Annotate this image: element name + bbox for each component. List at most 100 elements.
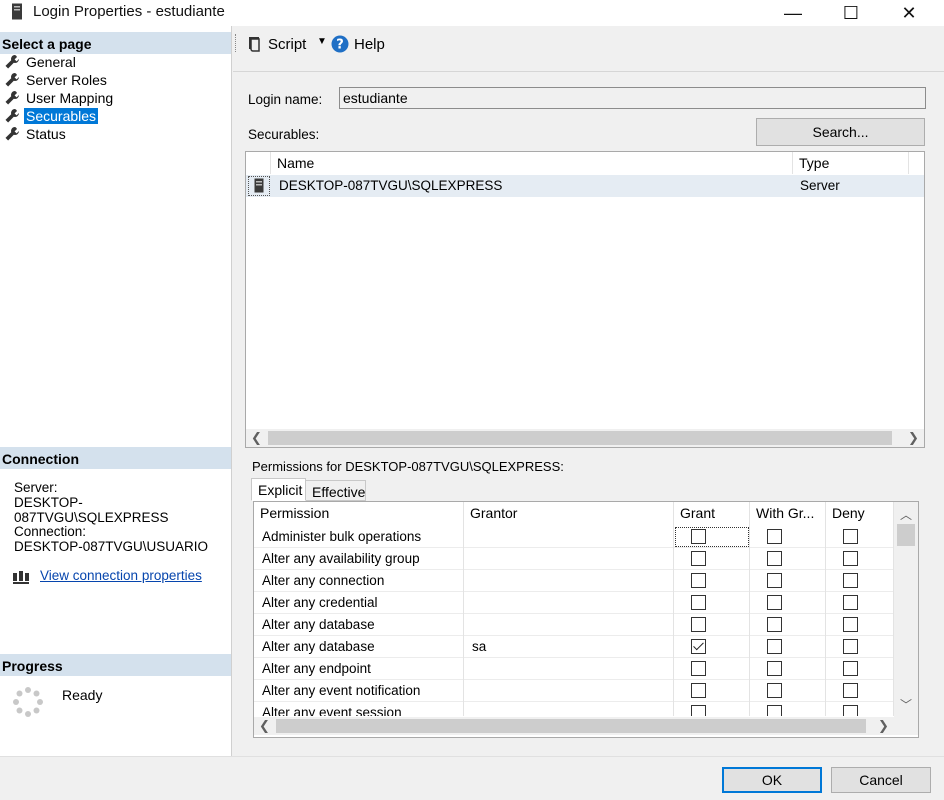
deny-checkbox[interactable] xyxy=(843,551,858,566)
grant-checkbox[interactable] xyxy=(691,661,706,676)
with-grant-checkbox[interactable] xyxy=(767,595,782,610)
close-button[interactable]: ✕ xyxy=(880,0,938,26)
securables-header-name[interactable]: Name xyxy=(271,152,793,174)
table-row[interactable]: Alter any event session xyxy=(254,702,894,716)
grant-checkbox[interactable] xyxy=(691,683,706,698)
grant-checkbox[interactable] xyxy=(691,617,706,632)
deny-checkbox[interactable] xyxy=(843,705,858,716)
script-dropdown-arrow-icon[interactable]: ▼ xyxy=(317,36,327,47)
maximize-button[interactable]: ☐ xyxy=(822,0,880,26)
grant-checkbox[interactable] xyxy=(691,639,706,654)
grant-checkbox[interactable] xyxy=(691,705,706,716)
perm-header-permission[interactable]: Permission xyxy=(254,502,464,526)
toolbar: Script ▼ ? Help xyxy=(233,26,944,72)
with-grant-checkbox[interactable] xyxy=(767,551,782,566)
table-row[interactable]: Alter any connection xyxy=(254,570,894,592)
deny-checkbox[interactable] xyxy=(843,529,858,544)
cancel-button[interactable]: Cancel xyxy=(831,767,931,793)
server-icon xyxy=(254,178,264,193)
permissions-horizontal-scrollbar[interactable]: ❮ ❯ xyxy=(254,717,918,735)
toolbar-grip xyxy=(235,34,238,52)
checkbox-cell xyxy=(750,614,826,636)
help-button[interactable]: ? Help xyxy=(331,33,385,55)
securable-type: Server xyxy=(800,178,840,193)
search-button[interactable]: Search... xyxy=(756,118,925,146)
checkbox-cell xyxy=(674,614,750,636)
securables-row[interactable]: DESKTOP-087TVGU\SQLEXPRESS Server xyxy=(246,175,924,197)
scroll-right-arrow-icon[interactable]: ❯ xyxy=(878,718,889,734)
permission-name: Alter any event notification xyxy=(254,680,464,702)
checkbox-cell xyxy=(826,680,894,702)
scroll-left-arrow-icon[interactable]: ❮ xyxy=(259,718,270,734)
wrench-icon xyxy=(5,127,19,141)
server-value: DESKTOP-087TVGU\SQLEXPRESS xyxy=(14,495,169,525)
securable-name: DESKTOP-087TVGU\SQLEXPRESS xyxy=(279,178,503,193)
tab-explicit[interactable]: Explicit xyxy=(251,478,306,501)
permissions-vertical-scrollbar[interactable]: ︿ ﹀ xyxy=(894,502,918,717)
scroll-down-arrow-icon[interactable]: ﹀ xyxy=(900,696,912,713)
perm-header-grantor[interactable]: Grantor xyxy=(464,502,674,526)
perm-header-grant[interactable]: Grant xyxy=(674,502,750,526)
permission-name: Administer bulk operations xyxy=(254,526,464,548)
scrollbar-thumb[interactable] xyxy=(276,719,866,733)
table-row[interactable]: Alter any event notification xyxy=(254,680,894,702)
checkbox-cell xyxy=(826,548,894,570)
with-grant-checkbox[interactable] xyxy=(767,661,782,676)
page-item-user-mapping[interactable]: User Mapping xyxy=(4,89,115,107)
checkbox-cell xyxy=(750,658,826,680)
permission-name: Alter any availability group xyxy=(254,548,464,570)
ok-button[interactable]: OK xyxy=(722,767,822,793)
with-grant-checkbox[interactable] xyxy=(767,683,782,698)
table-row[interactable]: Alter any database xyxy=(254,614,894,636)
wrench-icon xyxy=(5,91,19,105)
deny-checkbox[interactable] xyxy=(843,639,858,654)
checkbox-cell xyxy=(674,636,750,658)
deny-checkbox[interactable] xyxy=(843,661,858,676)
grant-checkbox[interactable] xyxy=(691,551,706,566)
with-grant-checkbox[interactable] xyxy=(767,639,782,654)
scroll-left-arrow-icon[interactable]: ❮ xyxy=(251,430,262,446)
wrench-icon xyxy=(5,55,19,69)
deny-checkbox[interactable] xyxy=(843,683,858,698)
grantor-cell xyxy=(464,592,674,614)
view-connection-properties-link[interactable]: View connection properties xyxy=(40,568,202,583)
with-grant-checkbox[interactable] xyxy=(767,705,782,716)
grant-checkbox[interactable] xyxy=(691,573,706,588)
login-name-field[interactable]: estudiante xyxy=(339,87,926,109)
table-row[interactable]: Alter any endpoint xyxy=(254,658,894,680)
securables-header-type[interactable]: Type xyxy=(793,152,909,174)
grantor-cell xyxy=(464,548,674,570)
scrollbar-thumb[interactable] xyxy=(268,431,892,445)
left-pane: Select a page General Server Roles User … xyxy=(0,26,232,756)
wrench-icon xyxy=(5,109,19,123)
deny-checkbox[interactable] xyxy=(843,573,858,588)
script-button[interactable]: Script xyxy=(245,33,306,55)
permissions-grid: Permission Grantor Grant With Gr... Deny… xyxy=(253,501,919,738)
tab-effective[interactable]: Effective xyxy=(305,480,366,501)
with-grant-checkbox[interactable] xyxy=(767,573,782,588)
table-row[interactable]: Alter any availability group xyxy=(254,548,894,570)
table-row[interactable]: Administer bulk operations xyxy=(254,526,894,548)
deny-checkbox[interactable] xyxy=(843,595,858,610)
connection-label: Connection: xyxy=(14,524,87,539)
perm-header-deny[interactable]: Deny xyxy=(826,502,894,526)
deny-checkbox[interactable] xyxy=(843,617,858,632)
table-row[interactable]: Alter any database sa xyxy=(254,636,894,658)
page-item-general[interactable]: General xyxy=(4,53,78,71)
permission-name: Alter any connection xyxy=(254,570,464,592)
checkbox-cell xyxy=(674,548,750,570)
perm-header-with-grant[interactable]: With Gr... xyxy=(750,502,826,526)
scroll-right-arrow-icon[interactable]: ❯ xyxy=(908,430,919,446)
grant-checkbox[interactable] xyxy=(691,595,706,610)
scroll-up-arrow-icon[interactable]: ︿ xyxy=(900,506,912,523)
with-grant-checkbox[interactable] xyxy=(767,617,782,632)
minimize-button[interactable]: — xyxy=(764,0,822,26)
securables-horizontal-scrollbar[interactable]: ❮ ❯ xyxy=(246,429,924,447)
scrollbar-thumb[interactable] xyxy=(897,524,915,546)
page-item-server-roles[interactable]: Server Roles xyxy=(4,71,109,89)
connection-value: DESKTOP-087TVGU\USUARIO xyxy=(14,539,209,554)
table-row[interactable]: Alter any credential xyxy=(254,592,894,614)
with-grant-checkbox[interactable] xyxy=(767,529,782,544)
page-item-status[interactable]: Status xyxy=(4,125,68,143)
page-item-securables[interactable]: Securables xyxy=(4,107,99,125)
